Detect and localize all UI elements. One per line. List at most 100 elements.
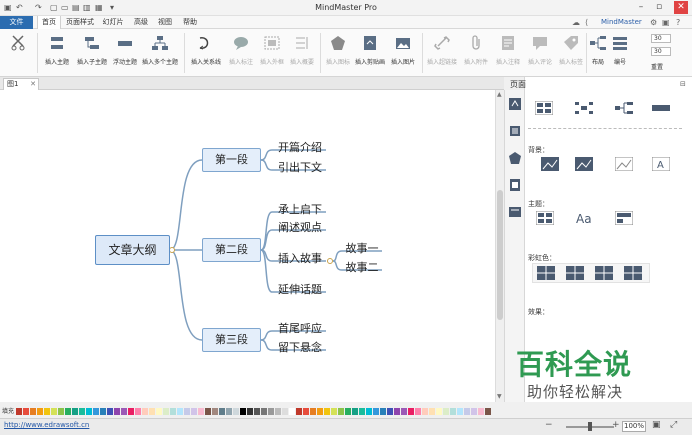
watermark-option[interactable]: A xyxy=(652,157,670,171)
insert-clipart-button[interactable]: 插入剪贴画 xyxy=(353,31,387,75)
format-list-icon[interactable] xyxy=(509,125,521,137)
tree-layout-option[interactable] xyxy=(615,101,633,115)
color-swatch[interactable] xyxy=(240,408,246,415)
color-swatch[interactable] xyxy=(51,408,57,415)
subtopic[interactable]: 阐述观点 xyxy=(274,221,326,235)
branch-topic[interactable]: 第三段 xyxy=(202,328,261,352)
color-swatch[interactable] xyxy=(163,408,169,415)
subtopic[interactable]: 故事一 xyxy=(342,242,382,256)
insert-boundary-button[interactable]: 插入外框 xyxy=(257,31,287,75)
color-swatch[interactable] xyxy=(233,408,239,415)
collapse-handle-icon[interactable] xyxy=(169,247,175,253)
floating-topic-button[interactable]: 浮动主题 xyxy=(110,31,140,75)
insert-note-button[interactable]: 插入注释 xyxy=(492,31,524,75)
color-swatch[interactable] xyxy=(331,408,337,415)
numbering-button[interactable]: 编号 xyxy=(609,31,631,75)
fullscreen-icon[interactable]: ⤢ xyxy=(670,420,677,430)
color-swatch[interactable] xyxy=(408,408,414,415)
horizontal-spacing-input[interactable]: 30 xyxy=(651,34,671,43)
panel-pin-icon[interactable]: ⊟ xyxy=(680,80,686,88)
color-swatch[interactable] xyxy=(373,408,379,415)
theme-font-option[interactable]: Aa xyxy=(575,211,593,225)
color-swatch[interactable] xyxy=(86,408,92,415)
rainbow-option[interactable] xyxy=(566,266,584,280)
color-swatch[interactable] xyxy=(310,408,316,415)
color-swatch[interactable] xyxy=(296,408,302,415)
scroll-down-icon[interactable]: ▼ xyxy=(497,393,502,400)
tab-slides[interactable]: 幻灯片 xyxy=(100,16,126,29)
clipart-library-icon[interactable] xyxy=(509,152,521,164)
subtopic[interactable]: 引出下文 xyxy=(274,161,326,175)
color-swatch[interactable] xyxy=(128,408,134,415)
tab-home[interactable]: 首页 xyxy=(37,16,61,29)
settings-icon[interactable]: ⚙ xyxy=(650,18,657,27)
color-swatch[interactable] xyxy=(212,408,218,415)
insert-attachment-button[interactable]: 插入附件 xyxy=(460,31,492,75)
vertical-spacing-input[interactable]: 30 xyxy=(651,47,671,56)
help-icon[interactable]: ? xyxy=(676,18,680,27)
file-menu-tab[interactable]: 文件 xyxy=(0,16,33,29)
share-icon[interactable]: ⟨ xyxy=(585,18,588,27)
color-swatch[interactable] xyxy=(380,408,386,415)
color-swatch[interactable] xyxy=(303,408,309,415)
color-swatch[interactable] xyxy=(30,408,36,415)
restore-button[interactable]: ▫ xyxy=(652,1,666,14)
color-swatch[interactable] xyxy=(387,408,393,415)
color-swatch[interactable] xyxy=(394,408,400,415)
color-swatch[interactable] xyxy=(359,408,365,415)
rainbow-option[interactable] xyxy=(624,266,642,280)
color-swatch[interactable] xyxy=(142,408,148,415)
color-swatch[interactable] xyxy=(184,408,190,415)
color-swatch[interactable] xyxy=(289,408,295,415)
color-swatch[interactable] xyxy=(107,408,113,415)
account-brand-label[interactable]: MindMaster xyxy=(601,18,642,26)
color-swatch[interactable] xyxy=(247,408,253,415)
subtopic[interactable]: 留下悬念 xyxy=(274,341,326,355)
color-swatch[interactable] xyxy=(177,408,183,415)
color-swatch[interactable] xyxy=(268,408,274,415)
scrollbar-thumb[interactable] xyxy=(497,190,503,320)
remove-background-option[interactable] xyxy=(615,157,633,171)
background-image-option[interactable] xyxy=(575,157,593,171)
subtopic[interactable]: 开篇介绍 xyxy=(274,141,326,155)
color-swatch[interactable] xyxy=(366,408,372,415)
color-swatch[interactable] xyxy=(205,408,211,415)
color-swatch[interactable] xyxy=(415,408,421,415)
color-swatch[interactable] xyxy=(121,408,127,415)
color-swatch[interactable] xyxy=(478,408,484,415)
insert-icon-button[interactable]: 插入图标 xyxy=(323,31,353,75)
color-swatch[interactable] xyxy=(464,408,470,415)
layout-style-option[interactable] xyxy=(535,101,553,115)
color-swatch[interactable] xyxy=(226,408,232,415)
insert-relationship-button[interactable]: 插入关系线 xyxy=(187,31,225,75)
cut-icon[interactable] xyxy=(10,34,28,52)
branch-topic[interactable]: 第一段 xyxy=(202,148,261,172)
zoom-slider-handle[interactable] xyxy=(588,422,592,431)
layout-button[interactable]: 布局 xyxy=(588,31,608,75)
color-swatch[interactable] xyxy=(254,408,260,415)
color-swatch[interactable] xyxy=(436,408,442,415)
color-swatch[interactable] xyxy=(149,408,155,415)
color-swatch[interactable] xyxy=(156,408,162,415)
tab-view[interactable]: 视图 xyxy=(155,16,175,29)
insert-comment-button[interactable]: 插入评论 xyxy=(524,31,556,75)
color-swatch[interactable] xyxy=(65,408,71,415)
color-swatch[interactable] xyxy=(16,408,22,415)
rainbow-option[interactable] xyxy=(537,266,555,280)
color-swatch[interactable] xyxy=(191,408,197,415)
cloud-icon[interactable]: ☁ xyxy=(572,18,580,27)
color-swatch[interactable] xyxy=(324,408,330,415)
close-window-button[interactable]: ✕ xyxy=(674,1,688,14)
color-swatch[interactable] xyxy=(261,408,267,415)
slides-icon[interactable] xyxy=(509,206,521,218)
rainbow-option[interactable] xyxy=(595,266,613,280)
shop-icon[interactable]: ▣ xyxy=(662,18,670,27)
color-swatch[interactable] xyxy=(450,408,456,415)
horizontal-layout-option[interactable] xyxy=(652,101,670,115)
minimize-button[interactable]: – xyxy=(634,1,648,14)
color-swatch[interactable] xyxy=(100,408,106,415)
insert-summary-button[interactable]: 插入概要 xyxy=(287,31,317,75)
color-swatch[interactable] xyxy=(429,408,435,415)
mindmap-canvas[interactable]: 文章大纲 第一段 第二段 第三段 开篇介绍 引出下文 承上启下 阐述观点 插入故… xyxy=(0,90,495,402)
subtopic[interactable]: 延伸话题 xyxy=(274,283,326,297)
